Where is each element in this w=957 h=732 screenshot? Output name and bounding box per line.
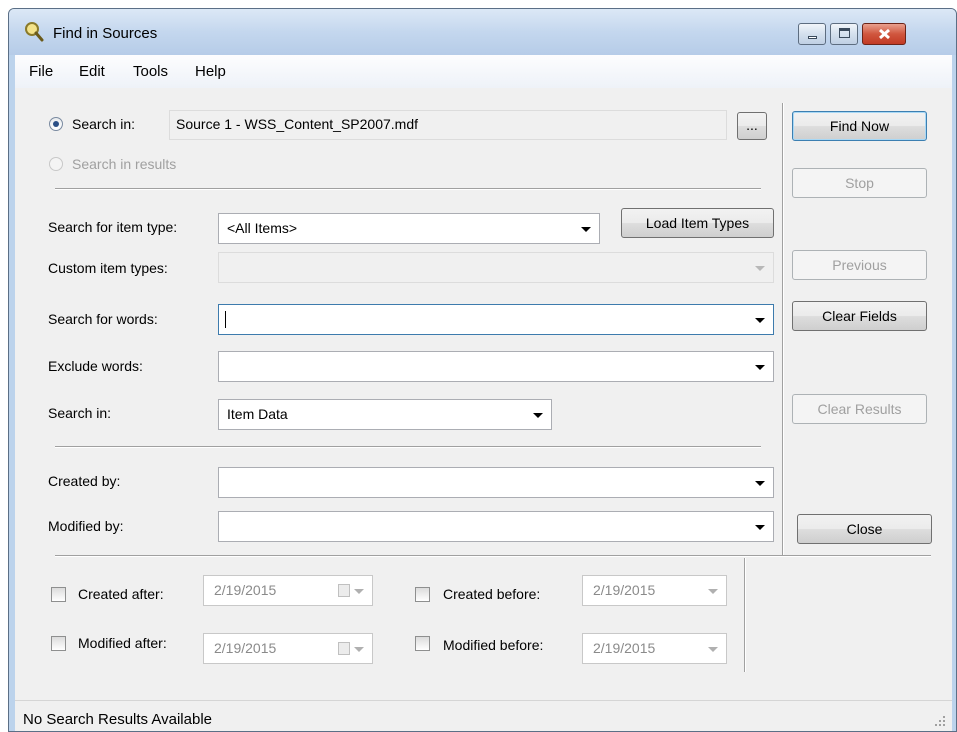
close-window-button[interactable] — [862, 23, 906, 45]
stop-button[interactable]: Stop — [792, 168, 927, 198]
item-type-dropdown[interactable]: <All Items> — [218, 213, 600, 244]
exclude-words-input[interactable] — [218, 351, 774, 382]
source-path-field: Source 1 - WSS_Content_SP2007.mdf — [169, 110, 727, 140]
item-type-value: <All Items> — [227, 220, 298, 236]
modified-after-value: 2/19/2015 — [214, 640, 277, 656]
chevron-down-icon — [755, 266, 765, 271]
modified-after-date-picker[interactable]: 2/19/2015 — [203, 633, 373, 664]
created-after-date-picker[interactable]: 2/19/2015 — [203, 575, 373, 606]
modified-by-label: Modified by: — [48, 518, 124, 534]
close-button[interactable]: Close — [797, 514, 932, 544]
menu-tools[interactable]: Tools — [133, 63, 168, 80]
find-now-button[interactable]: Find Now — [792, 111, 927, 141]
clear-fields-button[interactable]: Clear Fields — [792, 301, 927, 331]
chevron-down-icon — [354, 647, 364, 652]
minimize-button[interactable] — [798, 23, 826, 45]
separator-vertical — [744, 558, 746, 672]
chevron-down-icon — [581, 227, 591, 232]
close-icon — [879, 28, 890, 40]
status-text: No Search Results Available — [23, 711, 212, 728]
maximize-icon — [839, 28, 850, 38]
search-in-scope-value: Item Data — [227, 406, 288, 422]
custom-item-types-label: Custom item types: — [48, 260, 168, 276]
search-words-input[interactable] — [218, 304, 774, 335]
window-title: Find in Sources — [53, 25, 158, 42]
minimize-icon — [808, 36, 817, 39]
status-bar: No Search Results Available — [15, 700, 952, 731]
dialog-client-area: File Edit Tools Help Search in: Source 1… — [15, 55, 952, 731]
created-before-value: 2/19/2015 — [593, 582, 656, 598]
title-bar: Find in Sources — [9, 9, 956, 55]
created-by-input[interactable] — [218, 467, 774, 498]
chevron-down-icon — [354, 589, 364, 594]
created-before-date-picker[interactable]: 2/19/2015 — [582, 575, 727, 606]
search-in-source-radio[interactable] — [49, 117, 63, 131]
modified-before-date-picker[interactable]: 2/19/2015 — [582, 633, 727, 664]
chevron-down-icon — [755, 481, 765, 486]
previous-button[interactable]: Previous — [792, 250, 927, 280]
menu-edit[interactable]: Edit — [79, 63, 105, 80]
magnifier-app-icon — [25, 22, 44, 42]
chevron-down-icon — [755, 318, 765, 323]
created-by-label: Created by: — [48, 473, 121, 489]
menu-file[interactable]: File — [29, 63, 53, 80]
modified-by-input[interactable] — [218, 511, 774, 542]
clear-results-button[interactable]: Clear Results — [792, 394, 927, 424]
modified-before-value: 2/19/2015 — [593, 640, 656, 656]
chevron-down-icon — [708, 647, 718, 652]
search-in-scope-dropdown[interactable]: Item Data — [218, 399, 552, 430]
chevron-down-icon — [755, 365, 765, 370]
search-in-scope-label: Search in: — [48, 405, 112, 421]
created-after-label: Created after: — [78, 586, 164, 602]
maximize-button[interactable] — [830, 23, 858, 45]
chevron-down-icon — [708, 589, 718, 594]
custom-item-types-dropdown[interactable] — [218, 252, 774, 283]
modified-after-label: Modified after: — [78, 635, 167, 651]
separator — [55, 555, 931, 557]
calendar-icon — [338, 584, 350, 597]
created-before-checkbox[interactable] — [415, 587, 430, 602]
created-after-value: 2/19/2015 — [214, 582, 277, 598]
text-cursor — [225, 311, 226, 328]
browse-source-button[interactable]: ... — [737, 112, 767, 140]
separator — [55, 188, 761, 190]
search-words-label: Search for words: — [48, 311, 158, 327]
find-in-sources-window: Find in Sources File Edit Tools Help Sea… — [8, 8, 957, 732]
modified-after-checkbox[interactable] — [51, 636, 66, 651]
resize-grip-icon[interactable] — [934, 715, 946, 727]
menu-bar: File Edit Tools Help — [15, 55, 952, 88]
load-item-types-button[interactable]: Load Item Types — [621, 208, 774, 238]
modified-before-label: Modified before: — [443, 637, 544, 653]
search-in-source-label: Search in: — [72, 116, 136, 132]
item-type-label: Search for item type: — [48, 219, 178, 235]
separator — [55, 446, 761, 448]
modified-before-checkbox[interactable] — [415, 636, 430, 651]
exclude-words-label: Exclude words: — [48, 358, 143, 374]
separator-vertical — [782, 103, 784, 555]
chevron-down-icon — [533, 413, 543, 418]
chevron-down-icon — [755, 525, 765, 530]
created-before-label: Created before: — [443, 586, 541, 602]
calendar-icon — [338, 642, 350, 655]
menu-help[interactable]: Help — [195, 63, 226, 80]
created-after-checkbox[interactable] — [51, 587, 66, 602]
search-in-results-radio[interactable] — [49, 157, 63, 171]
search-in-results-label: Search in results — [72, 156, 177, 172]
